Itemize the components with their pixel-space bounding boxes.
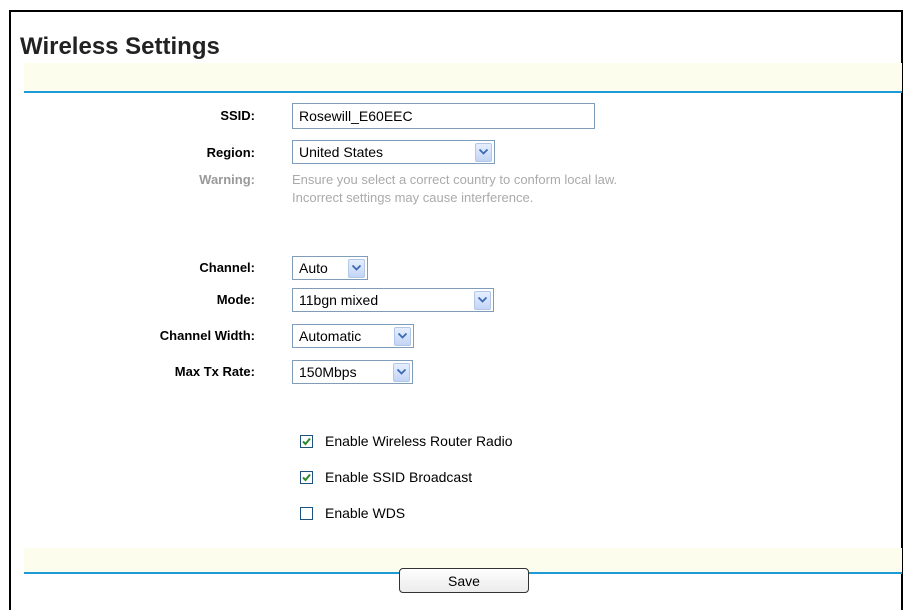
warning-text-line-1: Ensure you select a correct country to c… xyxy=(292,172,618,187)
max-tx-rate-select-value: 150Mbps xyxy=(299,364,357,380)
chevron-down-icon[interactable] xyxy=(474,290,491,310)
option-wireless-radio[interactable]: Enable Wireless Router Radio xyxy=(300,433,513,449)
page-title: Wireless Settings xyxy=(20,33,220,60)
ssid-label: SSID: xyxy=(220,108,255,123)
top-divider xyxy=(24,91,902,93)
wireless-radio-label: Enable Wireless Router Radio xyxy=(325,433,513,449)
chevron-down-icon[interactable] xyxy=(475,142,492,162)
chevron-down-icon[interactable] xyxy=(394,326,411,346)
channel-label: Channel: xyxy=(199,260,255,275)
wds-checkbox[interactable] xyxy=(300,506,313,520)
save-button[interactable]: Save xyxy=(399,568,529,593)
warning-text-line-2: Incorrect settings may cause interferenc… xyxy=(292,190,534,205)
ssid-input[interactable] xyxy=(292,103,595,129)
option-ssid-broadcast[interactable]: Enable SSID Broadcast xyxy=(300,469,472,485)
region-select-value: United States xyxy=(299,144,384,160)
wireless-radio-checkbox[interactable] xyxy=(300,434,313,448)
option-wds[interactable]: Enable WDS xyxy=(300,505,405,521)
mode-select[interactable]: 11bgn mixed xyxy=(292,288,494,312)
chevron-down-icon[interactable] xyxy=(393,362,410,382)
ssid-broadcast-label: Enable SSID Broadcast xyxy=(325,469,473,485)
channel-width-select-value: Automatic xyxy=(299,328,362,344)
region-select[interactable]: United States xyxy=(292,140,495,164)
warning-label: Warning: xyxy=(199,172,255,187)
mode-label: Mode: xyxy=(216,292,255,307)
channel-width-label: Channel Width: xyxy=(159,328,255,343)
channel-select[interactable]: Auto xyxy=(292,256,368,280)
mode-select-value: 11bgn mixed xyxy=(299,292,379,308)
region-label: Region: xyxy=(206,145,255,160)
channel-select-value: Auto xyxy=(299,260,328,276)
wds-label: Enable WDS xyxy=(325,505,406,521)
chevron-down-icon[interactable] xyxy=(348,258,365,278)
channel-width-select[interactable]: Automatic xyxy=(292,324,414,348)
ssid-broadcast-checkbox[interactable] xyxy=(300,470,313,484)
max-tx-rate-select[interactable]: 150Mbps xyxy=(292,360,413,384)
header-band xyxy=(24,63,902,91)
max-tx-rate-label: Max Tx Rate: xyxy=(174,364,255,379)
